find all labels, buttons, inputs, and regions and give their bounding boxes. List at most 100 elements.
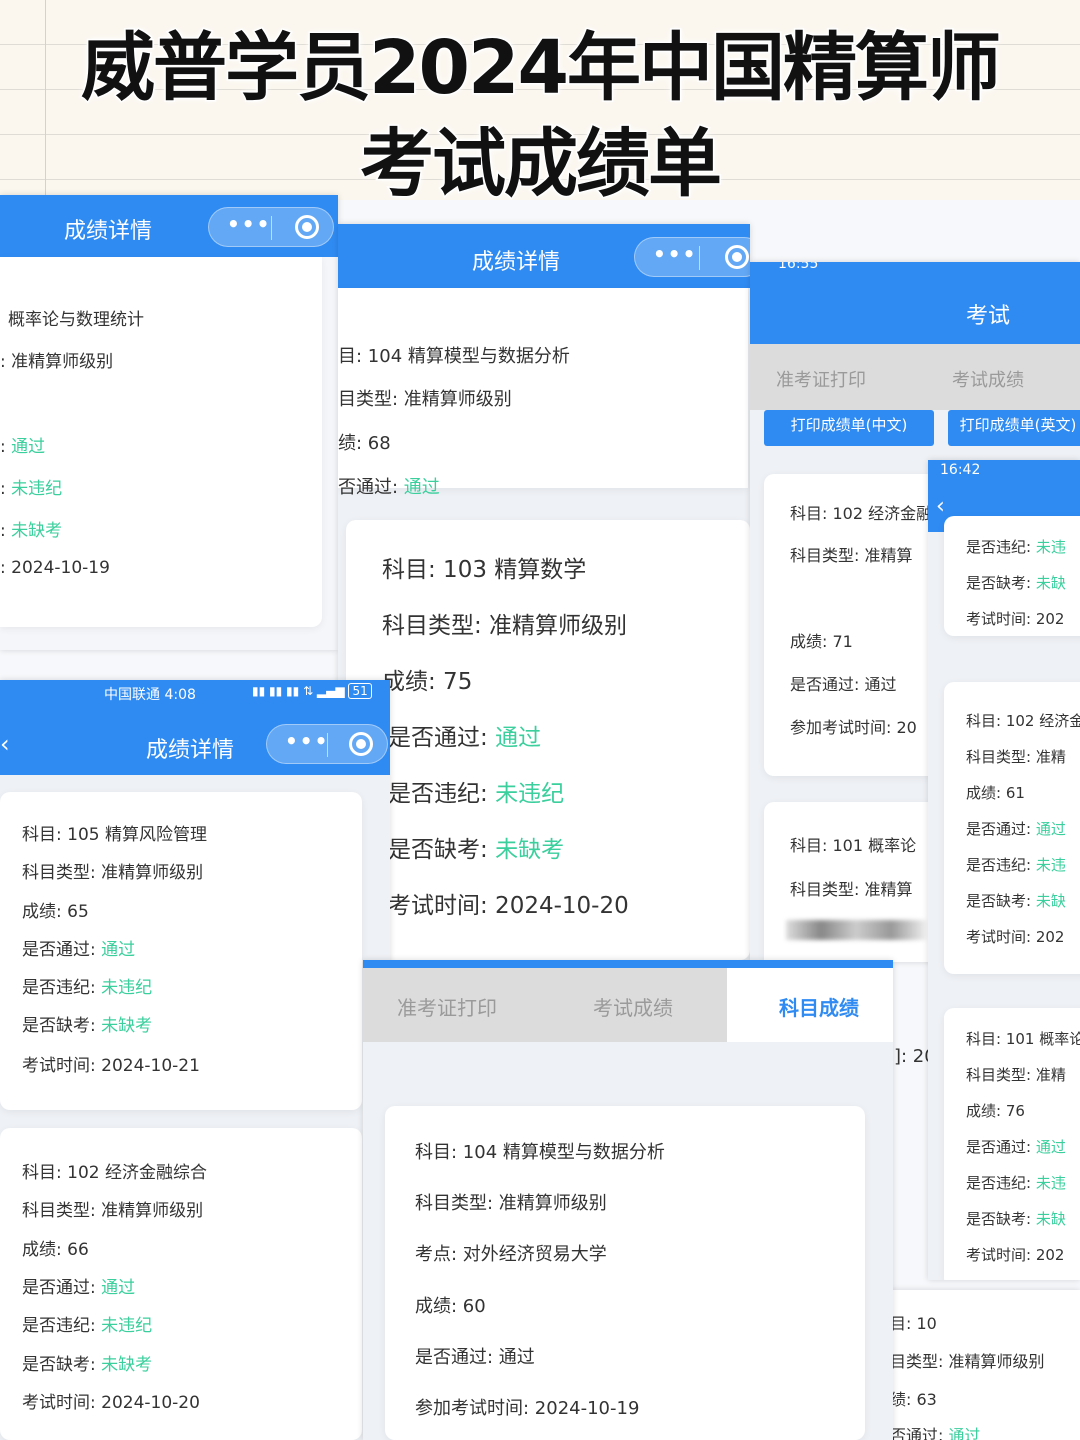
violation-row: 是否违纪: 未违纪: [22, 973, 152, 998]
absent-value: 未缺考: [101, 1016, 153, 1036]
exam-date: 考试时间: 2024-10-20: [22, 1393, 200, 1413]
page-subtitle: 考试成绩单: [359, 120, 724, 209]
score-text: 绩: 63: [890, 1390, 937, 1409]
type-text: 科目类型: 准精算师级别: [22, 863, 204, 883]
absent-label: 是否缺考:: [22, 1355, 102, 1375]
violation-row: 是否违纪: 未违纪: [22, 1311, 152, 1336]
type-text: 科目类型: 准精: [966, 1066, 1066, 1084]
absent-value: 未缺: [1035, 574, 1066, 592]
screenshot-e: 中国联通 4:08 ▮▮ ▮▮ ▮▮ ⇅ ▂▄▆ 51 ‹ 成绩详情 ••• 科…: [0, 680, 390, 1440]
absent-label: 是否缺考:: [966, 1210, 1036, 1228]
exam-date: 参加考试时间: 20: [790, 718, 917, 737]
more-icon[interactable]: •••: [227, 212, 271, 236]
absent-row: 是否缺考: 未缺: [966, 890, 1066, 911]
status-carrier: 中国联通 4:08: [104, 687, 196, 703]
subject-text: 科目: 102 经济金融: [790, 504, 933, 523]
pass-label: 是否通过:: [22, 1278, 102, 1298]
pass-value: 通过: [1035, 1138, 1066, 1156]
violation-row: 是否违纪: 未违: [966, 1172, 1066, 1193]
absent-value: 未缺考: [101, 1355, 153, 1375]
capsule-menu[interactable]: •••: [634, 237, 750, 277]
subject-text: 科目: 102 经济金融综合: [22, 1163, 207, 1183]
absent-value: 未缺考: [495, 837, 565, 863]
more-icon[interactable]: •••: [285, 729, 329, 753]
pass-label: 是否通过:: [966, 1138, 1036, 1156]
absent-value: 未缺考: [11, 521, 63, 541]
exam-site: 考点: 对外经济贸易大学: [415, 1244, 607, 1265]
exam-date: 考试时间: 2024-10-21: [22, 1056, 200, 1076]
subject-text: 概率论与数理统计: [8, 310, 144, 330]
type-text: 科目类型: 准精: [966, 748, 1066, 766]
pass-text: 是否通过: 通过: [415, 1347, 535, 1368]
status-icons: ▮▮ ▮▮ ▮▮ ⇅ ▂▄▆ 51: [252, 683, 372, 699]
close-target-icon[interactable]: [295, 215, 319, 239]
violation-value: 未违纪: [101, 1316, 153, 1336]
absent-label: 是否缺考:: [966, 892, 1036, 910]
violation-label: 是否违纪:: [966, 1174, 1036, 1192]
back-icon[interactable]: ‹: [936, 494, 945, 519]
pass-row: 是否通过: 通过: [388, 718, 541, 752]
close-target-icon[interactable]: [349, 732, 373, 756]
type-text: 科目类型: 准精算师级别: [382, 613, 628, 639]
violation-row: 是否违纪: 未违: [966, 854, 1066, 875]
screenshot-g: 目: 10 目类型: 准精算师级别 绩: 63 否通过: 通过: [880, 1290, 1080, 1440]
violation-value: 未违纪: [11, 479, 63, 499]
tab-exam-scores[interactable]: 考试成绩: [952, 366, 1024, 392]
score-card-partial: 是否违纪: 未违 是否缺考: 未缺 考试时间: 202: [944, 516, 1080, 636]
header-title: 考试: [966, 304, 1011, 329]
close-target-icon[interactable]: [725, 245, 749, 269]
capsule-menu[interactable]: •••: [208, 207, 334, 247]
score-text: 成绩: 66: [22, 1240, 89, 1260]
pass-label: 是否通过:: [966, 820, 1036, 838]
absent-row: 是否缺考: 未缺: [966, 1208, 1066, 1229]
violation-label: 是否违纪:: [966, 856, 1036, 874]
absent-value: 未缺: [1035, 1210, 1066, 1228]
pass-value: 通过: [11, 437, 46, 457]
type-text: 科目类型: 准精算: [790, 880, 913, 899]
absent-label: 是否缺考:: [388, 837, 496, 863]
back-icon[interactable]: ‹: [0, 730, 10, 758]
header-bar: 成绩详情 •••: [338, 224, 750, 288]
more-icon[interactable]: •••: [653, 242, 697, 266]
pass-row: 是否通过: 通过: [966, 1136, 1066, 1157]
pass-value: 通过: [403, 477, 440, 498]
pass-row: 否通过: 通过: [890, 1422, 981, 1440]
pass-value: 通过: [101, 940, 136, 960]
pass-value: 通过: [1035, 820, 1066, 838]
header-bar: 16:55 考试: [750, 262, 1080, 344]
header-title: 成绩详情: [146, 738, 235, 763]
header-bar: 中国联通 4:08 ▮▮ ▮▮ ▮▮ ⇅ ▂▄▆ 51 ‹ 成绩详情 •••: [0, 680, 390, 775]
subject-text: 目: 10: [890, 1314, 937, 1333]
pass-label: :: [0, 437, 12, 457]
score-text: 成绩: 76: [966, 1102, 1025, 1120]
pass-label: 是否通过:: [22, 940, 102, 960]
score-text: 成绩: 65: [22, 902, 89, 922]
score-card: 概率论与数理统计 : 准精算师级别 : 通过 : 未违纪 : 未缺考 : 202…: [0, 257, 322, 627]
print-cn-button[interactable]: 打印成绩单(中文): [764, 410, 934, 446]
score-text: 成绩: 71: [790, 632, 853, 651]
violation-row: 是否违纪: 未违: [966, 536, 1066, 557]
pass-row: 是否通过: 通过: [966, 818, 1066, 839]
type-text: 目类型: 准精算师级别: [338, 389, 512, 410]
capsule-menu[interactable]: •••: [266, 724, 388, 764]
score-text: 成绩: 61: [966, 784, 1025, 802]
violation-row: 是否违纪: 未违纪: [388, 774, 564, 808]
screenshot-d: 16:42 ‹ 是否违纪: 未违 是否缺考: 未缺 考试时间: 202 科目: …: [928, 460, 1080, 1280]
subject-text: 科目: 102 经济金: [966, 712, 1080, 730]
violation-value: 未违纪: [101, 978, 153, 998]
exam-date: 考试时间: 202: [966, 1246, 1065, 1264]
tab-subject-scores[interactable]: 科目成绩: [727, 968, 893, 1042]
header-title: 成绩详情: [64, 219, 153, 244]
violation-row: : 未违纪: [0, 474, 62, 499]
pass-label: 是否通过:: [388, 725, 496, 751]
absent-label: 是否缺考:: [22, 1016, 102, 1036]
violation-label: 是否违纪:: [388, 781, 496, 807]
subject-text: 科目: 104 精算模型与数据分析: [415, 1142, 665, 1163]
pass-row: 是否通过: 通过: [22, 1273, 135, 1298]
tab-admission-ticket[interactable]: 准考证打印: [776, 366, 866, 392]
tab-exam-scores[interactable]: 考试成绩: [593, 992, 673, 1021]
type-text: 科目类型: 准精算: [790, 546, 913, 565]
tab-admission-ticket[interactable]: 准考证打印: [397, 992, 497, 1021]
absent-row: 是否缺考: 未缺: [966, 572, 1066, 593]
print-en-button[interactable]: 打印成绩单(英文): [948, 410, 1080, 446]
